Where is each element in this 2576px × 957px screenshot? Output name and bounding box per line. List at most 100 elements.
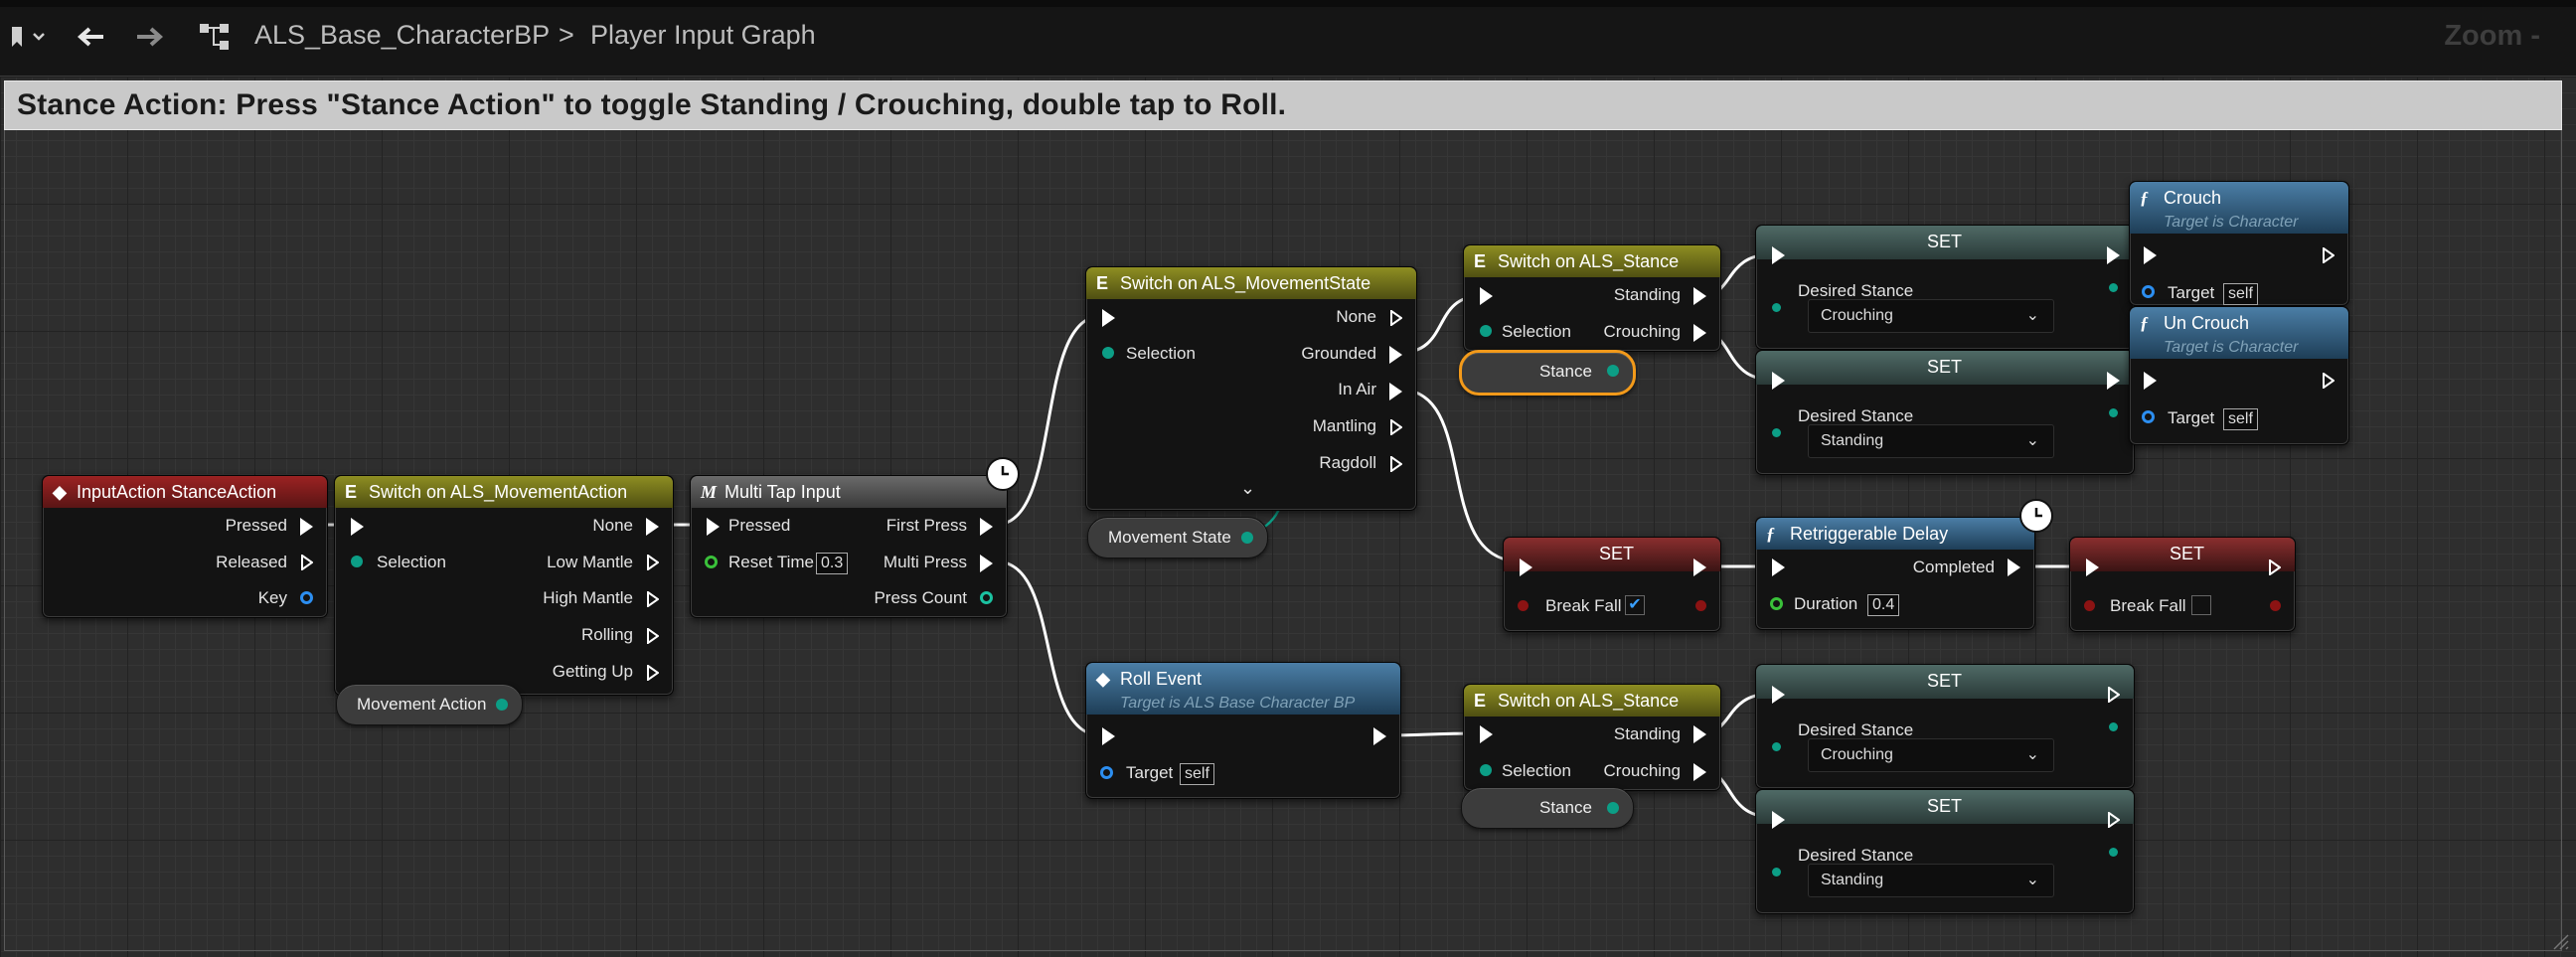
exec-pin-in[interactable] bbox=[1520, 558, 1532, 576]
exec-pin-out[interactable] bbox=[2107, 246, 2120, 264]
exec-pin-ragdoll[interactable] bbox=[1390, 456, 1402, 472]
exec-pin-in[interactable] bbox=[2086, 558, 2099, 576]
data-pin-out[interactable] bbox=[2109, 848, 2118, 857]
exec-pin-in[interactable] bbox=[1102, 727, 1115, 745]
data-pin-stance[interactable] bbox=[1607, 802, 1619, 814]
exec-pin-in[interactable] bbox=[1772, 811, 1785, 829]
exec-pin-in[interactable] bbox=[1772, 246, 1785, 264]
data-pin-in[interactable] bbox=[1772, 868, 1781, 877]
desired-stance-dropdown[interactable]: Crouching ⌄ bbox=[1808, 299, 2054, 333]
exec-pin-in[interactable] bbox=[1772, 686, 1785, 704]
data-pin-duration[interactable] bbox=[1770, 597, 1783, 610]
exec-pin-in[interactable] bbox=[1480, 287, 1493, 305]
exec-pin-in[interactable] bbox=[1480, 725, 1493, 743]
data-pin-selection[interactable] bbox=[1102, 347, 1114, 359]
node-uncrouch[interactable]: ƒ Un Crouch Target is Character Target s… bbox=[2129, 306, 2349, 445]
exec-pin-getting-up[interactable] bbox=[647, 665, 659, 681]
exec-pin-in[interactable] bbox=[2144, 372, 2157, 390]
data-pin-selection[interactable] bbox=[1480, 764, 1492, 776]
data-pin-break-fall-in[interactable] bbox=[2084, 600, 2095, 611]
data-pin-press-count[interactable] bbox=[980, 591, 993, 604]
target-self-field[interactable]: self bbox=[2223, 283, 2258, 305]
exec-pin-out[interactable] bbox=[2269, 559, 2281, 575]
exec-pin-in[interactable] bbox=[2144, 246, 2157, 264]
exec-pin-low-mantle[interactable] bbox=[647, 555, 659, 570]
data-pin-out[interactable] bbox=[2109, 408, 2118, 417]
break-fall-checkbox-checked[interactable]: ✔ bbox=[1625, 595, 1645, 615]
node-switch-stance-bottom[interactable]: E Switch on ALS_Stance Selection Standin… bbox=[1463, 684, 1721, 791]
data-pin-selection[interactable] bbox=[351, 556, 363, 567]
data-pin-movement-action[interactable] bbox=[496, 699, 508, 711]
node-roll-event[interactable]: ◆ Roll Event Target is ALS Base Characte… bbox=[1085, 662, 1401, 799]
exec-pin-out[interactable] bbox=[2108, 812, 2120, 828]
data-pin-target[interactable] bbox=[2142, 285, 2155, 298]
node-set-break-fall-false[interactable]: SET Break Fall bbox=[2069, 537, 2296, 632]
data-pin-out[interactable] bbox=[2109, 283, 2118, 292]
data-pin-out[interactable] bbox=[2109, 722, 2118, 731]
node-switch-stance-top[interactable]: E Switch on ALS_Stance Selection Standin… bbox=[1463, 244, 1721, 352]
variable-movement-state[interactable]: Movement State bbox=[1087, 517, 1268, 558]
data-pin-in[interactable] bbox=[1772, 428, 1781, 437]
data-pin-movement-state[interactable] bbox=[1241, 532, 1253, 544]
resize-grip-icon[interactable] bbox=[2548, 929, 2570, 951]
data-pin-key[interactable] bbox=[300, 591, 313, 604]
exec-pin-out[interactable] bbox=[2107, 372, 2120, 390]
node-set-desired-stance-crouching[interactable]: SET Desired Stance Crouching ⌄ bbox=[1755, 225, 2135, 350]
variable-stance-bottom[interactable]: Stance bbox=[1461, 787, 1634, 829]
target-self-field[interactable]: self bbox=[1180, 763, 1214, 785]
exec-pin-crouching[interactable] bbox=[1693, 763, 1706, 781]
data-pin-target[interactable] bbox=[1100, 766, 1113, 779]
exec-pin-first-press[interactable] bbox=[980, 518, 993, 536]
data-pin-reset-time[interactable] bbox=[705, 556, 718, 568]
exec-pin-out[interactable] bbox=[2323, 247, 2334, 263]
data-pin-in[interactable] bbox=[1772, 742, 1781, 751]
exec-pin-pressed[interactable] bbox=[300, 518, 313, 536]
node-set-break-fall-true[interactable]: SET Break Fall ✔ bbox=[1503, 537, 1721, 632]
data-pin-break-fall-in[interactable] bbox=[1518, 600, 1529, 611]
exec-pin-in[interactable] bbox=[1772, 558, 1785, 576]
exec-pin-in[interactable] bbox=[707, 518, 720, 536]
node-set-desired-stance-crouching-bottom[interactable]: SET Desired Stance Crouching ⌄ bbox=[1755, 664, 2135, 789]
node-set-desired-stance-standing[interactable]: SET Desired Stance Standing ⌄ bbox=[1755, 350, 2135, 475]
exec-pin-out[interactable] bbox=[2323, 373, 2334, 389]
exec-pin-none[interactable] bbox=[646, 518, 659, 536]
exec-pin-high-mantle[interactable] bbox=[647, 591, 659, 607]
data-pin-break-fall-out[interactable] bbox=[2270, 600, 2281, 611]
variable-stance-top-selected[interactable]: Stance bbox=[1459, 350, 1636, 396]
desired-stance-dropdown[interactable]: Crouching ⌄ bbox=[1808, 738, 2054, 772]
node-retriggerable-delay[interactable]: ƒ Retriggerable Delay Completed Duration… bbox=[1755, 517, 2035, 630]
data-pin-break-fall-out[interactable] bbox=[1695, 600, 1706, 611]
exec-pin-grounded[interactable] bbox=[1389, 346, 1402, 364]
exec-pin-out[interactable] bbox=[1693, 558, 1706, 576]
exec-pin-in[interactable] bbox=[1102, 309, 1115, 327]
exec-pin-multi-press[interactable] bbox=[980, 555, 993, 572]
expand-pins-chevron-icon[interactable]: ⌄ bbox=[1240, 478, 1255, 499]
exec-pin-standing[interactable] bbox=[1693, 725, 1706, 743]
node-switch-movement-action[interactable]: E Switch on ALS_MovementAction Selection… bbox=[334, 475, 674, 696]
exec-pin-out[interactable] bbox=[1373, 727, 1386, 745]
data-pin-in[interactable] bbox=[1772, 303, 1781, 312]
break-fall-checkbox-unchecked[interactable] bbox=[2191, 595, 2211, 615]
node-switch-movement-state[interactable]: E Switch on ALS_MovementState Selection … bbox=[1085, 266, 1417, 511]
desired-stance-dropdown[interactable]: Standing ⌄ bbox=[1808, 864, 2054, 897]
data-pin-selection[interactable] bbox=[1480, 325, 1492, 337]
variable-movement-action[interactable]: Movement Action bbox=[336, 684, 523, 725]
exec-pin-crouching[interactable] bbox=[1693, 324, 1706, 342]
node-set-desired-stance-standing-bottom[interactable]: SET Desired Stance Standing ⌄ bbox=[1755, 789, 2135, 914]
node-crouch[interactable]: ƒ Crouch Target is Character Target self bbox=[2129, 181, 2349, 306]
exec-pin-out[interactable] bbox=[2108, 687, 2120, 703]
exec-pin-in[interactable] bbox=[351, 518, 364, 536]
node-input-action[interactable]: ◆ InputAction StanceAction Pressed Relea… bbox=[42, 475, 328, 618]
exec-pin-completed[interactable] bbox=[2008, 558, 2020, 576]
desired-stance-dropdown[interactable]: Standing ⌄ bbox=[1808, 424, 2054, 458]
exec-pin-rolling[interactable] bbox=[647, 628, 659, 644]
reset-time-input[interactable]: 0.3 bbox=[816, 553, 849, 574]
exec-pin-standing[interactable] bbox=[1693, 287, 1706, 305]
data-pin-stance[interactable] bbox=[1607, 365, 1619, 377]
duration-input[interactable]: 0.4 bbox=[1867, 594, 1900, 616]
node-multi-tap-input[interactable]: M Multi Tap Input Pressed Reset Time 0.3… bbox=[690, 475, 1008, 618]
exec-pin-none[interactable] bbox=[1390, 310, 1402, 326]
data-pin-target[interactable] bbox=[2142, 410, 2155, 423]
exec-pin-released[interactable] bbox=[301, 555, 313, 570]
target-self-field[interactable]: self bbox=[2223, 408, 2258, 430]
